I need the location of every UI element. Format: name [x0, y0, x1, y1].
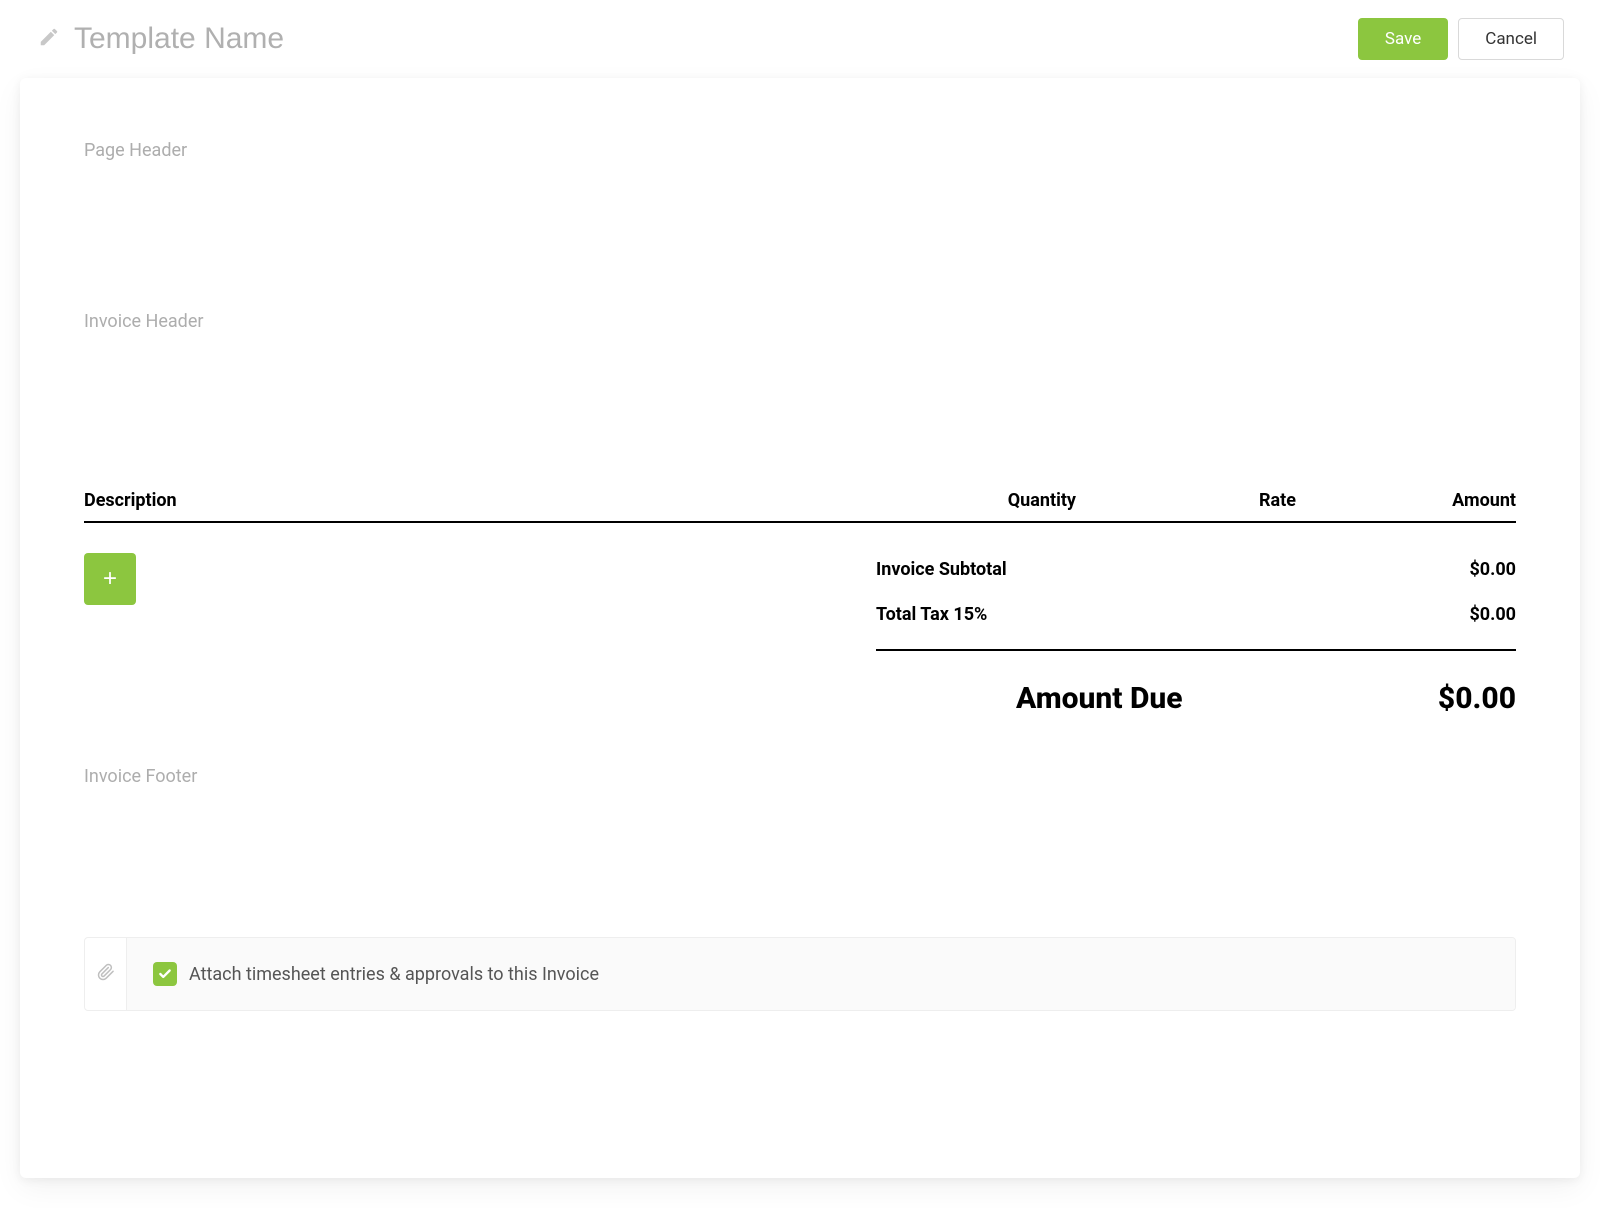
add-line-item-button[interactable]: + — [84, 553, 136, 605]
col-amount: Amount — [1296, 490, 1516, 511]
attach-row: Attach timesheet entries & approvals to … — [84, 937, 1516, 1011]
paperclip-icon — [97, 961, 115, 987]
col-description: Description — [84, 490, 896, 511]
pencil-icon — [38, 26, 60, 52]
plus-icon: + — [103, 565, 117, 593]
attach-checkbox[interactable] — [153, 962, 177, 986]
invoice-header-input[interactable] — [84, 311, 1516, 332]
title-bar: Save Cancel — [20, 10, 1580, 78]
template-name-input[interactable] — [74, 22, 774, 56]
check-icon — [158, 967, 172, 981]
col-quantity: Quantity — [896, 490, 1076, 511]
invoice-footer-input[interactable] — [84, 766, 1516, 787]
invoice-document: Description Quantity Rate Amount + Invoi… — [20, 78, 1580, 1178]
totals-section: Invoice Subtotal $0.00 Total Tax 15% $0.… — [876, 553, 1516, 716]
line-items-header: Description Quantity Rate Amount — [84, 490, 1516, 523]
tax-value: $0.00 — [1469, 604, 1516, 625]
subtotal-label: Invoice Subtotal — [876, 559, 1007, 580]
save-button[interactable]: Save — [1358, 18, 1448, 60]
amount-due-value: $0.00 — [1438, 681, 1516, 716]
cancel-button[interactable]: Cancel — [1458, 18, 1564, 60]
tax-label: Total Tax 15% — [876, 604, 987, 625]
subtotal-value: $0.00 — [1469, 559, 1516, 580]
amount-due-label: Amount Due — [876, 681, 1183, 716]
attach-label: Attach timesheet entries & approvals to … — [189, 964, 599, 985]
col-rate: Rate — [1076, 490, 1296, 511]
page-header-input[interactable] — [84, 140, 1516, 161]
